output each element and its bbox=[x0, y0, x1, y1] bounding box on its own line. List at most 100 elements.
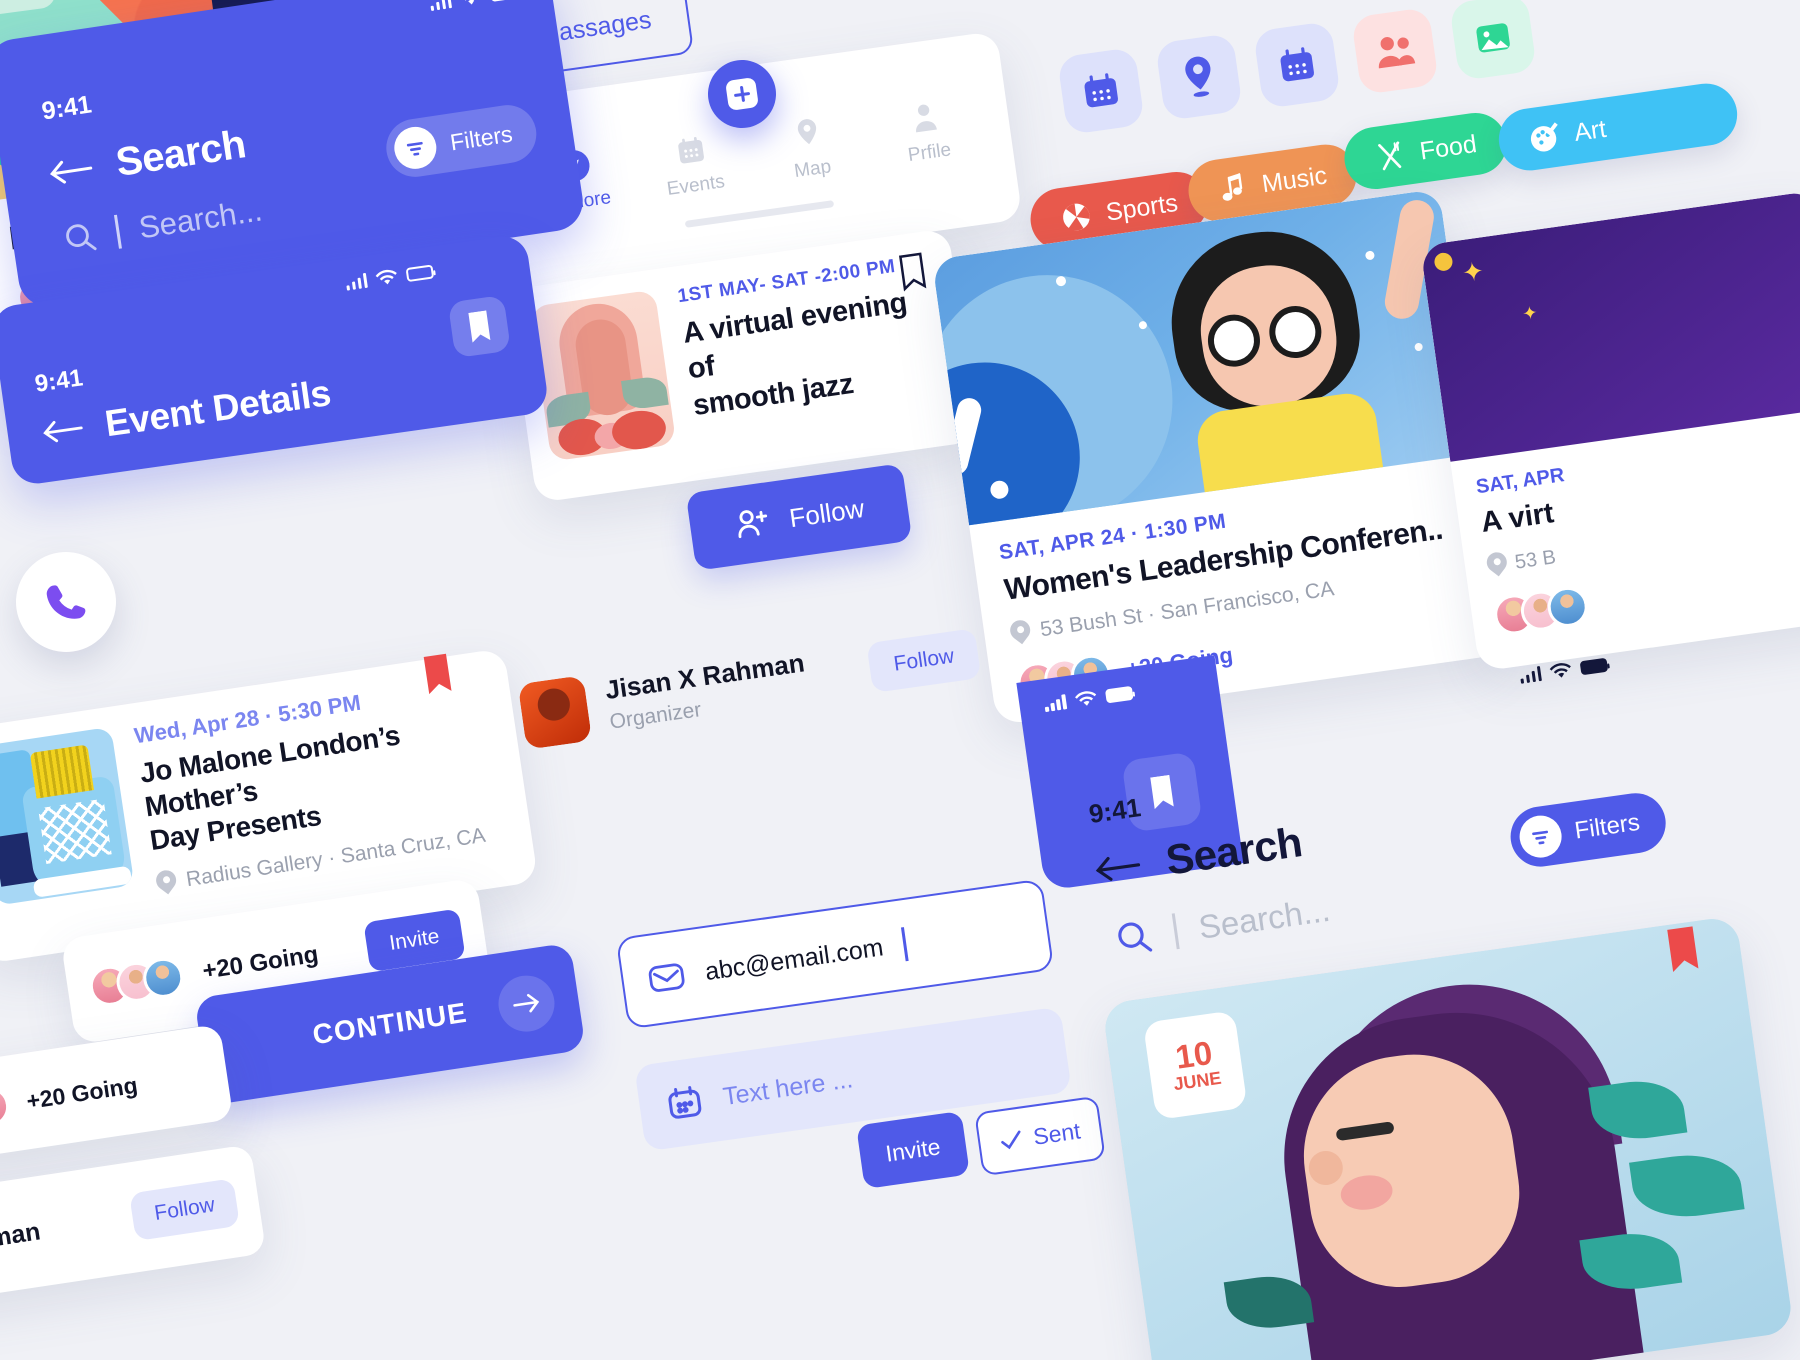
organizer-name: ...hman bbox=[0, 1216, 43, 1258]
follow-button[interactable]: Follow bbox=[866, 628, 982, 693]
event-thumbnail bbox=[529, 289, 677, 462]
calendar-icon bbox=[1077, 67, 1124, 114]
nav-item-map[interactable]: Map bbox=[761, 112, 859, 187]
nav-item-events[interactable]: Events bbox=[644, 128, 742, 203]
home-indicator bbox=[684, 200, 835, 228]
follow-button[interactable]: Follow bbox=[129, 1178, 240, 1242]
bookmark-filled-icon[interactable] bbox=[1663, 925, 1703, 973]
icon-tile-calendar-2[interactable] bbox=[1252, 20, 1342, 110]
signal-bars-icon bbox=[429, 0, 453, 12]
screen-title: Search bbox=[113, 122, 249, 186]
search-input[interactable]: Search... bbox=[60, 192, 264, 257]
icon-tile-people[interactable] bbox=[1350, 6, 1440, 96]
avatar bbox=[0, 1084, 12, 1130]
search-placeholder: Search... bbox=[1196, 890, 1333, 946]
person-add-icon bbox=[732, 504, 774, 543]
category-label: Art bbox=[1572, 114, 1608, 147]
filter-icon bbox=[391, 123, 440, 172]
filters-label: Filters bbox=[448, 120, 515, 156]
map-pin-icon bbox=[152, 866, 181, 898]
email-value: abc@email.com bbox=[703, 932, 886, 986]
event-card-clipped-right[interactable]: ✦ ✦ SAT, APR A virt 53 B bbox=[1420, 190, 1800, 672]
category-label: Music bbox=[1260, 161, 1329, 198]
battery-icon bbox=[405, 263, 435, 282]
attendee-avatars bbox=[87, 955, 186, 1009]
status-bar bbox=[344, 263, 435, 292]
phone-icon bbox=[39, 575, 93, 629]
wifi-icon bbox=[459, 0, 483, 8]
signal-bars-icon bbox=[1519, 666, 1542, 684]
map-pin-icon bbox=[1006, 616, 1035, 648]
arrow-left-icon[interactable] bbox=[47, 152, 95, 188]
calendar-icon bbox=[673, 132, 709, 168]
battery-icon bbox=[489, 0, 519, 2]
attendees-strip-small[interactable]: +20 Going bbox=[0, 1023, 234, 1161]
calendar-icon bbox=[1273, 41, 1320, 88]
nav-item-profile[interactable]: Prfile bbox=[878, 95, 976, 170]
map-pin-icon bbox=[1176, 52, 1222, 101]
filter-icon bbox=[1516, 812, 1564, 861]
arrow-left-icon[interactable] bbox=[1093, 849, 1143, 887]
bookmark-filled-icon[interactable] bbox=[447, 294, 512, 359]
category-label: Food bbox=[1418, 129, 1479, 166]
icon-tile-image[interactable] bbox=[1448, 0, 1538, 82]
event-card-womens-leadership[interactable]: SAT, APR 24 · 1:30 PM Women's Leadership… bbox=[931, 188, 1505, 726]
design-showcase-canvas: 10 JUNE London’s mother’s day +20 Going … bbox=[0, 0, 1800, 1360]
text-placeholder: Text here ... bbox=[721, 1064, 855, 1111]
map-pin-icon bbox=[1482, 548, 1511, 580]
status-time: 9:41 bbox=[1087, 792, 1143, 830]
organizer-row[interactable]: Jisan X Rahman Organizer Follow bbox=[515, 599, 986, 772]
wifi-icon bbox=[1073, 689, 1097, 709]
status-time: 9:41 bbox=[33, 364, 85, 398]
organizer-row-bottom[interactable]: ...hman Follow bbox=[0, 1144, 267, 1302]
signal-bars-icon bbox=[1043, 694, 1067, 713]
badge-day: 10 bbox=[1173, 1033, 1215, 1076]
people-icon bbox=[1370, 28, 1419, 74]
arrow-right-icon bbox=[494, 971, 559, 1036]
category-pill-art[interactable]: Art bbox=[1494, 79, 1742, 175]
email-input[interactable]: abc@email.com bbox=[615, 878, 1055, 1030]
badge-month: JUNE bbox=[0, 0, 37, 5]
follow-label: Follow bbox=[787, 492, 866, 533]
basketball-icon bbox=[1058, 199, 1094, 235]
icon-tile-calendar[interactable] bbox=[1056, 46, 1146, 136]
location-text: 53 B bbox=[1513, 545, 1558, 574]
status-bar bbox=[428, 0, 519, 12]
going-count: +20 Going bbox=[200, 940, 321, 985]
filters-button[interactable]: Filters bbox=[1506, 789, 1670, 871]
person-icon bbox=[908, 100, 942, 136]
search-input[interactable]: Search... bbox=[1112, 891, 1332, 959]
screen-title: Event Details bbox=[102, 372, 334, 445]
screen-title: Search bbox=[1163, 818, 1305, 884]
plus-square-icon bbox=[725, 77, 759, 111]
battery-icon bbox=[1104, 685, 1134, 704]
bookmark-filled-icon[interactable] bbox=[420, 652, 456, 696]
arrow-left-icon[interactable] bbox=[40, 414, 85, 448]
icon-tile-location[interactable] bbox=[1154, 32, 1244, 122]
filters-button[interactable]: Filters bbox=[382, 101, 541, 181]
organizer-avatar bbox=[517, 675, 593, 750]
status-time: 9:41 bbox=[39, 90, 94, 126]
image-icon bbox=[1469, 13, 1516, 60]
event-thumbnail bbox=[0, 726, 135, 906]
magnifier-icon bbox=[1112, 916, 1155, 959]
category-label: Sports bbox=[1104, 188, 1180, 227]
check-icon bbox=[998, 1128, 1025, 1151]
calendar-icon bbox=[663, 1081, 706, 1124]
map-pin-icon bbox=[791, 116, 825, 152]
magnifier-icon bbox=[61, 218, 100, 257]
sent-button[interactable]: Sent bbox=[974, 1095, 1106, 1177]
battery-icon bbox=[1579, 657, 1609, 675]
invite-button[interactable]: Invite bbox=[856, 1110, 970, 1190]
date-badge: 10 JUNE bbox=[1142, 1010, 1248, 1121]
phone-call-fab[interactable] bbox=[9, 545, 123, 659]
nav-label: Map bbox=[792, 156, 833, 183]
wifi-icon bbox=[375, 268, 399, 288]
fork-knife-icon bbox=[1372, 138, 1408, 174]
bookmark-outline-icon[interactable] bbox=[895, 250, 930, 294]
follow-button-large[interactable]: Follow bbox=[685, 463, 913, 571]
nav-label: Events bbox=[665, 171, 727, 200]
continue-label: CONTINUE bbox=[310, 996, 470, 1051]
category-pill-food[interactable]: Food bbox=[1340, 108, 1511, 194]
filters-label: Filters bbox=[1572, 808, 1642, 845]
